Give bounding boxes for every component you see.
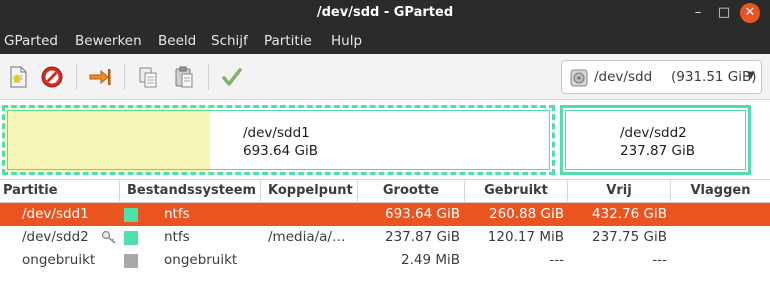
toolbar-separator — [76, 64, 77, 90]
menu-hulp[interactable]: Hulp — [331, 33, 362, 49]
partition-name: /dev/sdd2 — [620, 125, 687, 141]
menu-partitie[interactable]: Partitie — [264, 33, 312, 49]
filesystem-color-swatch — [124, 254, 138, 268]
maximize-icon: □ — [717, 5, 731, 20]
menu-bewerken[interactable]: Bewerken — [75, 33, 142, 49]
apply-button[interactable] — [218, 63, 246, 91]
free-cell: --- — [652, 252, 667, 268]
minimize-button[interactable]: – — [688, 3, 708, 23]
used-cell: 120.17 MiB — [487, 229, 564, 245]
disk-map-partition-sdd2[interactable]: /dev/sdd2 237.87 GiB — [560, 105, 751, 175]
device-selector[interactable]: /dev/sdd (931.51 GiB) ▼ — [561, 60, 762, 94]
filesystem-cell: ongebruikt — [164, 252, 238, 268]
filesystem-color-swatch — [124, 208, 138, 222]
maximize-button[interactable]: □ — [714, 3, 734, 23]
new-document-icon — [10, 66, 27, 88]
free-cell: 432.76 GiB — [591, 206, 667, 222]
check-icon — [222, 68, 242, 86]
minimize-icon: – — [694, 5, 702, 20]
column-vlaggen[interactable]: Vlaggen — [671, 180, 770, 203]
menu-beeld[interactable]: Beeld — [158, 33, 196, 49]
title-bar: /dev/sdd - GParted – □ ✕ — [0, 0, 770, 26]
menu-gparted[interactable]: GParted — [4, 33, 58, 49]
copy-button[interactable] — [134, 63, 162, 91]
paste-button[interactable] — [170, 63, 198, 91]
column-koppelpunt[interactable]: Koppelpunt — [261, 180, 358, 203]
partition-name: /dev/sdd1 — [243, 125, 310, 141]
column-gebruikt[interactable]: Gebruikt — [465, 180, 568, 203]
disk-map: /dev/sdd1 693.64 GiB /dev/sdd2 237.87 Gi… — [0, 101, 770, 179]
device-name: /dev/sdd — [594, 69, 653, 85]
resize-arrow-icon — [89, 69, 111, 85]
chevron-down-icon: ▼ — [747, 70, 755, 81]
toolbar-separator — [208, 64, 209, 90]
column-grootte[interactable]: Grootte — [358, 180, 465, 203]
toolbar-separator — [124, 64, 125, 90]
window-title: /dev/sdd - GParted — [316, 5, 454, 20]
close-icon: ✕ — [744, 5, 756, 20]
disk-map-partition-sdd1[interactable]: /dev/sdd1 693.64 GiB — [2, 105, 555, 175]
copy-icon — [139, 67, 157, 88]
partition-cell: /dev/sdd1 — [22, 206, 89, 222]
size-cell: 237.87 GiB — [384, 229, 460, 245]
partition-cell: /dev/sdd2 — [22, 229, 89, 245]
partition-cell: ongebruikt — [22, 252, 96, 268]
size-cell: 693.64 GiB — [384, 206, 460, 222]
column-bestandssysteem[interactable]: Bestandssysteem — [120, 180, 261, 203]
column-partitie[interactable]: Partitie — [0, 180, 120, 203]
paste-icon — [175, 66, 193, 88]
partition-size: 693.64 GiB — [243, 143, 319, 159]
free-cell: 237.75 GiB — [591, 229, 667, 245]
used-cell: --- — [549, 252, 564, 268]
resize-move-button[interactable] — [86, 63, 114, 91]
new-partition-button[interactable] — [4, 63, 32, 91]
table-row[interactable]: /dev/sdd2 ntfs /media/a/… 237.87 GiB 120… — [0, 226, 770, 249]
mountpoint-cell: /media/a/… — [268, 229, 346, 245]
close-button[interactable]: ✕ — [740, 3, 760, 23]
delete-icon — [41, 66, 63, 88]
toolbar: /dev/sdd (931.51 GiB) ▼ — [0, 54, 770, 100]
partition-size: 237.87 GiB — [620, 143, 696, 159]
table-row[interactable]: ongebruikt ongebruikt 2.49 MiB --- --- — [0, 249, 770, 272]
column-vrij[interactable]: Vrij — [568, 180, 671, 203]
mounted-key-icon — [101, 230, 116, 244]
filesystem-cell: ntfs — [164, 206, 190, 222]
filesystem-color-swatch — [124, 231, 138, 245]
disk-icon — [570, 69, 588, 87]
device-size: (931.51 GiB) — [671, 69, 757, 85]
size-cell: 2.49 MiB — [400, 252, 460, 268]
filesystem-cell: ntfs — [164, 229, 190, 245]
menu-schijf[interactable]: Schijf — [211, 33, 248, 49]
table-row[interactable]: /dev/sdd1 ntfs 693.64 GiB 260.88 GiB 432… — [0, 203, 770, 226]
used-cell: 260.88 GiB — [488, 206, 564, 222]
partition-table-header: Partitie Bestandssysteem Koppelpunt Groo… — [0, 179, 770, 203]
delete-partition-button[interactable] — [38, 63, 66, 91]
menu-bar: GParted Bewerken Beeld Schijf Partitie H… — [0, 26, 770, 54]
